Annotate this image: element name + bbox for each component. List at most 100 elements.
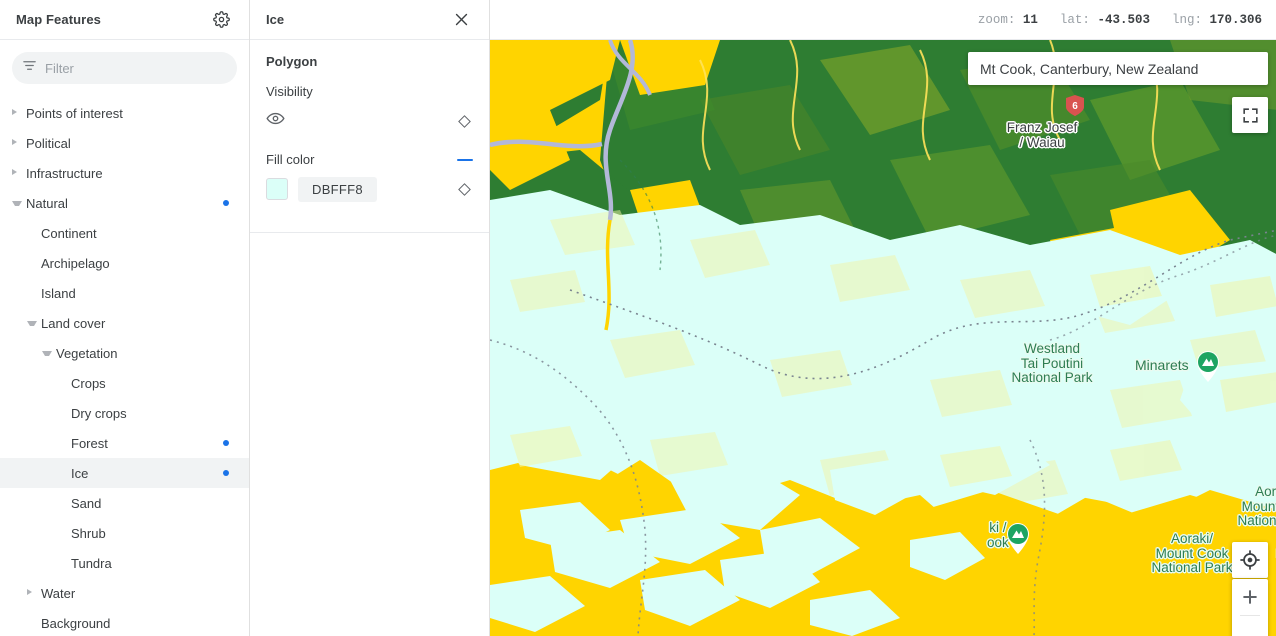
highway-shield-icon: 6 (1066, 95, 1084, 116)
gear-icon[interactable] (209, 8, 233, 32)
fill-color-label: Fill color (266, 152, 315, 167)
visibility-label-row: Visibility (266, 84, 473, 99)
feature-tree: Points of interest Political Infrastructur… (0, 94, 249, 636)
map-features-sidebar: Map Features Points of (0, 0, 250, 636)
sidebar-item-label: Tundra (71, 555, 112, 571)
map-terrain (490, 40, 1276, 636)
section-title-polygon: Polygon (266, 54, 318, 69)
zoom-in-button[interactable] (1232, 579, 1268, 615)
sidebar-item-label: Shrub (71, 525, 106, 541)
sidebar-item-label: Political (26, 135, 71, 151)
visibility-keyframe-icon[interactable] (458, 114, 471, 128)
sidebar-item-vegetation[interactable]: Vegetation (0, 338, 249, 368)
sidebar-item-tundra[interactable]: Tundra (0, 548, 249, 578)
sidebar-item-label: Dry crops (71, 405, 127, 421)
sidebar-item-sand[interactable]: Sand (0, 488, 249, 518)
sidebar-item-island[interactable]: Island (0, 278, 249, 308)
locate-button[interactable] (1232, 542, 1268, 578)
fill-color-hex-input[interactable]: DBFFF8 (298, 176, 377, 202)
no-caret (57, 378, 67, 388)
map-search-box[interactable] (968, 52, 1268, 85)
no-caret (27, 618, 37, 628)
filter-icon (22, 58, 37, 78)
map-viewport[interactable]: zoom: 11 lat: -43.503 lng: 170.306 Franz… (490, 0, 1276, 636)
lat-label: lat: (1059, 12, 1090, 27)
no-caret (27, 288, 37, 298)
sidebar-item-land-cover[interactable]: Land cover (0, 308, 249, 338)
fullscreen-button[interactable] (1232, 97, 1268, 133)
no-caret (27, 258, 37, 268)
chevron-right-icon[interactable] (12, 168, 22, 178)
visibility-label: Visibility (266, 84, 313, 99)
sidebar-item-dry-crops[interactable]: Dry crops (0, 398, 249, 428)
sidebar-item-crops[interactable]: Crops (0, 368, 249, 398)
no-caret (57, 498, 67, 508)
sidebar-item-label: Ice (71, 465, 89, 481)
chevron-down-icon[interactable] (27, 318, 37, 328)
no-caret (57, 468, 67, 478)
sidebar-item-label: Vegetation (56, 345, 118, 361)
map-search-input[interactable] (980, 60, 1256, 77)
fill-color-control-row: DBFFF8 (266, 176, 473, 202)
no-caret (57, 408, 67, 418)
sidebar-item-natural[interactable]: Natural (0, 188, 249, 218)
sidebar-item-water[interactable]: Water (0, 578, 249, 608)
sidebar-item-shrub[interactable]: Shrub (0, 518, 249, 548)
fill-color-modified-dash-icon[interactable] (457, 158, 473, 161)
sidebar-item-political[interactable]: Political (0, 128, 249, 158)
no-caret (57, 558, 67, 568)
zoom-label: zoom: (977, 12, 1016, 27)
sidebar-item-label: Points of interest (26, 105, 123, 121)
panel-header: Ice (250, 0, 489, 40)
zoom-controls (1232, 579, 1268, 636)
modified-dot-indicator (223, 440, 229, 446)
filter-input[interactable] (45, 60, 227, 76)
app-root: Map Features Points of (0, 0, 1276, 636)
sidebar-item-continent[interactable]: Continent (0, 218, 249, 248)
sidebar-item-background[interactable]: Background (0, 608, 249, 636)
sidebar-item-label: Crops (71, 375, 106, 391)
fullscreen-icon (1242, 107, 1258, 123)
feature-properties-panel: Ice Polygon Visibility Fill color DBFFF8 (250, 0, 490, 636)
sidebar-item-archipelago[interactable]: Archipelago (0, 248, 249, 278)
sidebar-item-points-of-interest[interactable]: Points of interest (0, 98, 249, 128)
sidebar-item-label: Continent (41, 225, 97, 241)
map-status-bar: zoom: 11 lat: -43.503 lng: 170.306 (490, 0, 1276, 40)
fill-color-swatch[interactable] (266, 178, 288, 200)
lat-value: -43.503 (1097, 12, 1150, 27)
plus-icon (1243, 590, 1257, 604)
zoom-value: 11 (1022, 12, 1038, 27)
visibility-control-row (266, 110, 473, 132)
eye-icon[interactable] (266, 109, 285, 133)
sidebar-item-infrastructure[interactable]: Infrastructure (0, 158, 249, 188)
panel-title: Ice (266, 12, 285, 27)
sidebar-item-label: Infrastructure (26, 165, 103, 181)
no-caret (27, 228, 37, 238)
lat-readout: lat: -43.503 (1060, 13, 1150, 27)
lng-value: 170.306 (1209, 12, 1262, 27)
fill-color-keyframe-icon[interactable] (458, 182, 471, 196)
chevron-right-icon[interactable] (12, 138, 22, 148)
sidebar-item-label: Natural (26, 195, 68, 211)
chevron-down-icon[interactable] (42, 348, 52, 358)
zoom-out-button[interactable] (1232, 616, 1268, 636)
highway-shield-number: 6 (1072, 101, 1078, 112)
zoom-readout: zoom: 11 (978, 13, 1038, 27)
no-caret (57, 438, 67, 448)
sidebar-item-ice[interactable]: Ice (0, 458, 249, 488)
close-icon[interactable] (449, 8, 473, 32)
filter-box[interactable] (12, 52, 237, 84)
sidebar-item-label: Archipelago (41, 255, 110, 271)
chevron-right-icon[interactable] (27, 588, 37, 598)
lng-label: lng: (1171, 12, 1202, 27)
sidebar-item-label: Background (41, 615, 111, 631)
sidebar-item-forest[interactable]: Forest (0, 428, 249, 458)
polygon-section: Polygon Visibility Fill color DBFFF8 (250, 40, 489, 233)
chevron-down-icon[interactable] (12, 198, 22, 208)
filter-container (0, 40, 249, 94)
chevron-right-icon[interactable] (12, 108, 22, 118)
page-title: Map Features (16, 12, 102, 27)
modified-dot-indicator (223, 470, 229, 476)
modified-dot-indicator (223, 200, 229, 206)
map-canvas[interactable] (490, 40, 1276, 636)
